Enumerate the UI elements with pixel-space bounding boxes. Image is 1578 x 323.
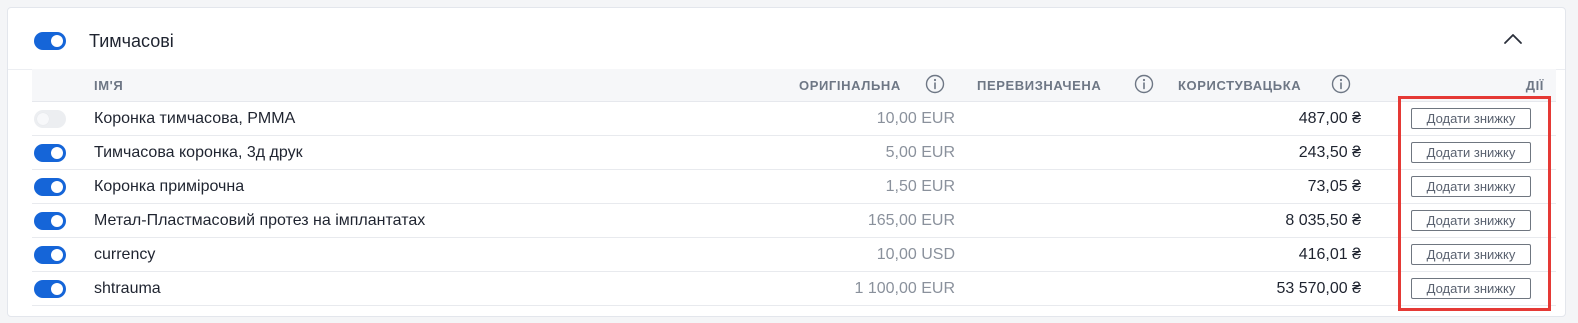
- service-name: Коронка тимчасова, PMMA: [94, 110, 296, 127]
- add-discount-button[interactable]: Додати знижку: [1411, 142, 1531, 163]
- table-header: ІМ'Я ОРИГІНАЛЬНА ПЕРЕВИЗНАЧЕНА КОРИСТУВА…: [32, 69, 1556, 102]
- info-icon[interactable]: [925, 74, 945, 94]
- add-discount-button[interactable]: Додати знижку: [1411, 108, 1531, 129]
- services-table: ІМ'Я ОРИГІНАЛЬНА ПЕРЕВИЗНАЧЕНА КОРИСТУВА…: [32, 69, 1556, 306]
- add-discount-button[interactable]: Додати знижку: [1411, 176, 1531, 197]
- add-discount-button[interactable]: Додати знижку: [1411, 278, 1531, 299]
- row-enabled-toggle[interactable]: [34, 212, 66, 230]
- table-row: Коронка тимчасова, PMMA 10,00 EUR 487,00…: [32, 102, 1556, 136]
- column-header-overridden: ПЕРЕВИЗНАЧЕНА: [977, 78, 1102, 93]
- service-name: shtrauma: [94, 280, 161, 297]
- original-price: 165,00 EUR: [867, 212, 955, 229]
- service-name: Коронка примірочна: [94, 178, 245, 195]
- row-enabled-toggle[interactable]: [34, 110, 66, 128]
- service-name: currency: [94, 246, 156, 263]
- user-price: 243,50 ₴: [1298, 144, 1361, 161]
- original-price: 10,00 USD: [876, 246, 955, 263]
- user-price: 53 570,00 ₴: [1276, 280, 1361, 297]
- original-price: 5,00 EUR: [885, 144, 955, 161]
- info-icon[interactable]: [1331, 74, 1351, 94]
- add-discount-button[interactable]: Додати знижку: [1411, 210, 1531, 231]
- table-row: Тимчасова коронка, 3д друк 5,00 EUR 243,…: [32, 136, 1556, 170]
- table-row: Метал-Пластмасовий протез на імплантатах…: [32, 204, 1556, 238]
- section-header[interactable]: Тимчасові: [8, 8, 1565, 70]
- pricing-section-card: Тимчасові ІМ'Я ОРИГІНАЛЬНА ПЕРЕВИЗНАЧЕНА…: [7, 7, 1566, 317]
- row-enabled-toggle[interactable]: [34, 178, 66, 196]
- info-icon[interactable]: [1134, 74, 1154, 94]
- table-row: Коронка примірочна 1,50 EUR 73,05 ₴ Дода…: [32, 170, 1556, 204]
- column-header-original: ОРИГІНАЛЬНА: [799, 78, 901, 93]
- column-header-name: ІМ'Я: [94, 78, 124, 93]
- table-row: shtrauma 1 100,00 EUR 53 570,00 ₴ Додати…: [32, 272, 1556, 306]
- section-enabled-toggle[interactable]: [34, 32, 66, 50]
- column-header-actions: ДІЇ: [1525, 78, 1544, 93]
- service-name: Тимчасова коронка, 3д друк: [94, 144, 303, 161]
- row-enabled-toggle[interactable]: [34, 246, 66, 264]
- section-title: Тимчасові: [89, 31, 174, 51]
- user-price: 73,05 ₴: [1307, 178, 1361, 195]
- row-enabled-toggle[interactable]: [34, 280, 66, 298]
- user-price: 487,00 ₴: [1298, 110, 1361, 127]
- add-discount-button[interactable]: Додати знижку: [1411, 244, 1531, 265]
- user-price: 8 035,50 ₴: [1285, 212, 1361, 229]
- table-row: currency 10,00 USD 416,01 ₴ Додати знижк…: [32, 238, 1556, 272]
- row-enabled-toggle[interactable]: [34, 144, 66, 162]
- service-name: Метал-Пластмасовий протез на імплантатах: [94, 212, 426, 229]
- column-header-user: КОРИСТУВАЦЬКА: [1178, 78, 1302, 93]
- original-price: 1 100,00 EUR: [854, 280, 955, 297]
- original-price: 1,50 EUR: [885, 178, 955, 195]
- original-price: 10,00 EUR: [876, 110, 955, 127]
- chevron-up-icon[interactable]: [1502, 32, 1524, 46]
- table-body: Коронка тимчасова, PMMA 10,00 EUR 487,00…: [32, 102, 1556, 306]
- user-price: 416,01 ₴: [1298, 246, 1361, 263]
